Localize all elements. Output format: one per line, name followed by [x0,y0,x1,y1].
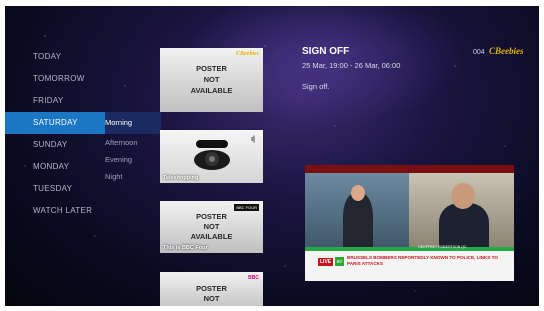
poster-placeholder-line: NOT [203,294,220,303]
poster-placeholder-line: AVAILABLE [190,86,233,95]
period-item-evening[interactable]: Evening [105,151,161,168]
period-item-afternoon[interactable]: Afternoon [105,134,161,151]
period-item-night[interactable]: Night [105,168,161,185]
period-list: Morning Afternoon Evening Night [105,112,161,185]
program-time: 25 Mar, 19:00 - 26 Mar, 06:00 [302,61,401,70]
studio-scene [305,173,409,251]
remote-guest-scene [409,173,514,251]
day-item-tuesday[interactable]: TUESDAY [5,178,105,200]
program-card[interactable]: ı| Teleshopping [160,130,263,183]
live-preview-video[interactable]: GEOFFREY ROBERTSON QC LIVE RT BRUSSELS B… [305,165,514,281]
cbeebies-logo-icon: CBeebies [236,51,259,57]
poster-placeholder-line: AVAILABLE [190,232,233,241]
day-item-saturday[interactable]: SATURDAY [5,112,105,134]
rt-logo-icon: RT [335,257,344,266]
program-card[interactable]: CBeebies POSTER NOT AVAILABLE [160,48,263,112]
news-headline: BRUSSELS BOMBERS REPORTEDLY KNOWN TO POL… [347,255,498,266]
poster-placeholder-line: NOT [203,75,220,84]
guest-head [451,183,475,209]
program-title: SIGN OFF [302,46,350,57]
video-top-banner [305,165,514,173]
day-item-monday[interactable]: MONDAY [5,156,105,178]
period-item-morning[interactable]: Morning [105,112,161,134]
channel-number: 004 [473,49,485,56]
bbc-four-logo-icon: BBC FOUR [234,204,259,211]
poster-placeholder-line: POSTER [196,64,227,73]
day-item-tomorrow[interactable]: TOMORROW [5,68,105,90]
day-item-watch-later[interactable]: WATCH LATER [5,200,105,222]
guest-caption: GEOFFREY ROBERTSON QC [418,245,467,249]
day-list: TODAY TOMORROW FRIDAY SATURDAY SUNDAY MO… [5,46,105,222]
channel-mark-icon: ı| [251,136,255,143]
day-item-sunday[interactable]: SUNDAY [5,134,105,156]
bbc-logo-icon: BBC [248,275,259,281]
program-card-title: Teleshopping [163,175,199,181]
anchor-head [351,185,365,201]
day-item-today[interactable]: TODAY [5,46,105,68]
telephone-icon [194,140,230,170]
guest-figure [439,203,489,251]
tv-guide-screen: TODAY TOMORROW FRIDAY SATURDAY SUNDAY MO… [5,6,539,306]
anchor-figure [343,193,373,251]
day-item-friday[interactable]: FRIDAY [5,90,105,112]
live-badge: LIVE [318,258,334,266]
program-description: Sign off. [302,82,330,91]
program-card-title: This is BBC Four [163,245,208,251]
cbeebies-channel-logo-icon: CBeebies [489,46,524,56]
program-card[interactable]: BBC FOUR POSTER NOT AVAILABLE This is BB… [160,201,263,253]
program-card[interactable]: BBC POSTER NOT [160,272,263,306]
